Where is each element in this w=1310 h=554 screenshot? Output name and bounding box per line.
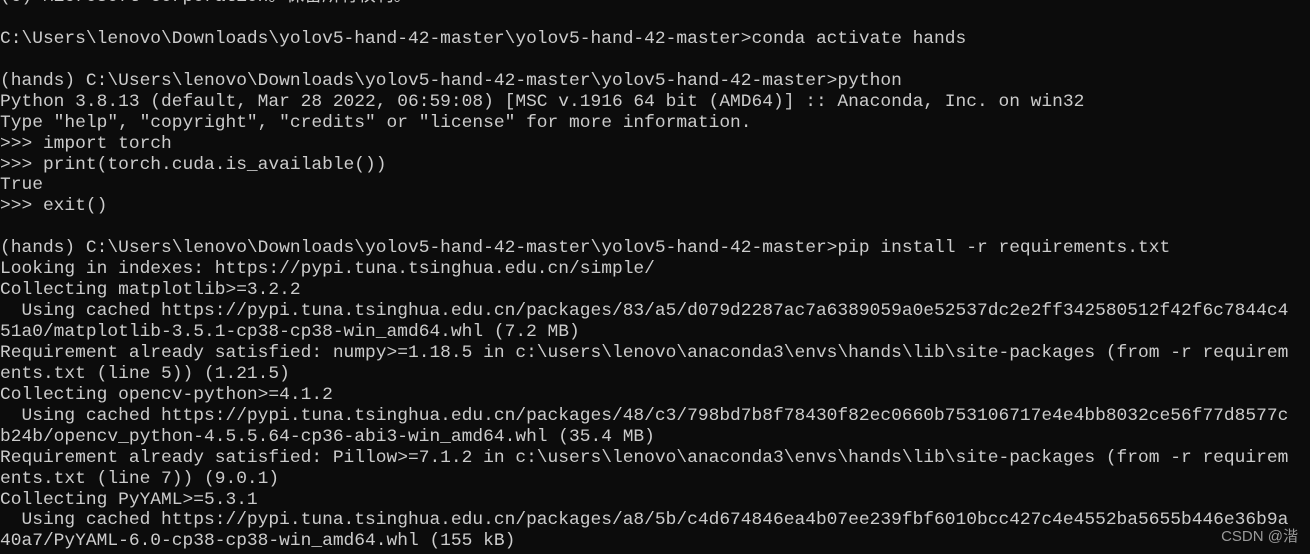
terminal-line: Requirement already satisfied: Pillow>=7… bbox=[0, 447, 1289, 468]
terminal-line: Using cached https://pypi.tuna.tsinghua.… bbox=[0, 405, 1289, 426]
terminal-line: True bbox=[0, 175, 43, 196]
terminal-line: Using cached https://pypi.tuna.tsinghua.… bbox=[0, 301, 1289, 322]
terminal-line: 40a7/PyYAML-6.0-cp38-cp38-win_amd64.whl … bbox=[0, 531, 516, 552]
terminal-line: >>> import torch bbox=[0, 133, 172, 154]
terminal-line: Using cached https://pypi.tuna.tsinghua.… bbox=[0, 510, 1289, 531]
terminal-line: >>> print(torch.cuda.is_available()) bbox=[0, 154, 387, 175]
terminal-line: b24b/opencv_python-4.5.5.64-cp36-abi3-wi… bbox=[0, 426, 655, 447]
terminal-line: Collecting PyYAML>=5.3.1 bbox=[0, 489, 258, 510]
terminal-line: ents.txt (line 5)) (1.21.5) bbox=[0, 363, 290, 384]
terminal-line: ents.txt (line 7)) (9.0.1) bbox=[0, 468, 280, 489]
terminal-line: (c) Microsoft Corporation。保留所有权利。 bbox=[0, 0, 1310, 8]
terminal-line: 51a0/matplotlib-3.5.1-cp38-cp38-win_amd6… bbox=[0, 322, 580, 342]
terminal-line: >>> exit() bbox=[0, 196, 108, 217]
terminal-line: Collecting matplotlib>=3.2.2 bbox=[0, 280, 301, 301]
terminal-line: Type "help", "copyright", "credits" or "… bbox=[0, 112, 752, 133]
terminal-line: Python 3.8.13 (default, Mar 28 2022, 06:… bbox=[0, 91, 1085, 112]
terminal-line: Looking in indexes: https://pypi.tuna.ts… bbox=[0, 259, 655, 280]
terminal-line: Collecting opencv-python>=4.1.2 bbox=[0, 384, 333, 405]
terminal-line: (hands) C:\Users\lenovo\Downloads\yolov5… bbox=[0, 70, 902, 91]
terminal-line: C:\Users\lenovo\Downloads\yolov5-hand-42… bbox=[0, 28, 967, 49]
terminal-output[interactable]: (c) Microsoft Corporation。保留所有权利。 C:\User… bbox=[0, 0, 1310, 552]
terminal-line: (hands) C:\Users\lenovo\Downloads\yolov5… bbox=[0, 238, 1171, 259]
terminal-line: Requirement already satisfied: numpy>=1.… bbox=[0, 342, 1289, 363]
csdn-watermark: CSDN @湝 bbox=[1221, 528, 1298, 545]
